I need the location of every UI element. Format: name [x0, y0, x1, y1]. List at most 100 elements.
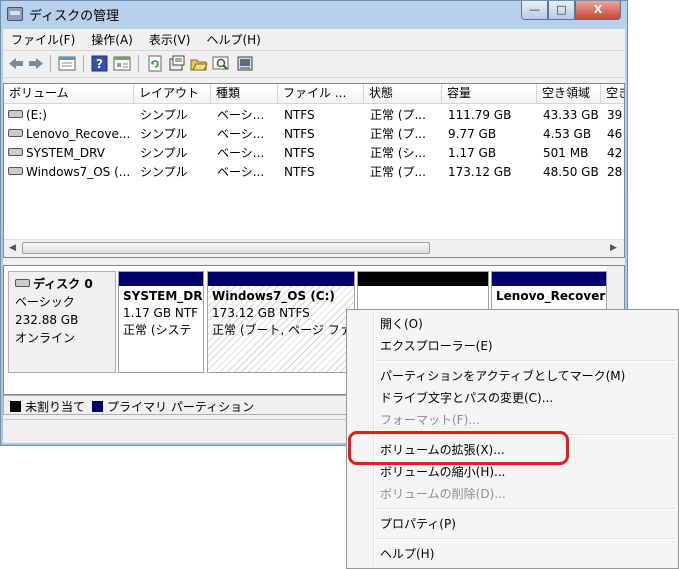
- percent-free-cell: 42: [607, 146, 623, 160]
- menu-item-shrink-volume[interactable]: ボリュームの縮小(H)...: [380, 462, 505, 482]
- menu-bar: ファイル(F) 操作(A) 表示(V) ヘルプ(H): [3, 29, 625, 49]
- column-header-capacity[interactable]: 容量: [442, 84, 537, 104]
- legend-unallocated: 未割り当て: [10, 398, 85, 415]
- layout-cell: シンプル: [140, 146, 188, 160]
- legend-primary-partition: プライマリ パーティション: [92, 398, 254, 415]
- type-cell: ベーシ...: [217, 108, 265, 122]
- capacity-cell: 9.77 GB: [448, 127, 497, 141]
- menu-item-change-drive-letter[interactable]: ドライブ文字とパスの変更(C)...: [380, 388, 553, 408]
- menu-separator: [375, 538, 675, 540]
- rescan-icon[interactable]: [168, 55, 186, 72]
- back-arrow-icon[interactable]: [7, 55, 25, 72]
- menu-file[interactable]: ファイル(F): [3, 29, 83, 49]
- partition-system-drv[interactable]: SYSTEM_DR 1.17 GB NTF 正常 (システ: [118, 271, 204, 373]
- disk-0-label[interactable]: ディスク 0 ベーシック 232.88 GB オンライン: [8, 271, 116, 373]
- console-icon[interactable]: [236, 55, 254, 72]
- open-icon[interactable]: [190, 55, 208, 72]
- toolbar-separator: [83, 55, 84, 72]
- disk-management-icon: [7, 7, 23, 21]
- show-list-icon[interactable]: [58, 55, 76, 72]
- partition-name: SYSTEM_DR: [123, 289, 203, 303]
- maximize-button[interactable]: □: [548, 1, 575, 20]
- type-cell: ベーシ...: [217, 127, 265, 141]
- caption-buttons: — □ X: [521, 1, 621, 20]
- scroll-right-arrow-icon[interactable]: ▶: [610, 243, 617, 253]
- status-cell: 正常 (プ...: [370, 127, 426, 141]
- search-icon[interactable]: [212, 55, 230, 72]
- drive-icon: [8, 167, 23, 175]
- unallocated-bar: [358, 272, 488, 286]
- partition-status: 正常 (システ: [123, 323, 192, 337]
- help-icon[interactable]: ?: [91, 55, 109, 72]
- table-row[interactable]: (E:) シンプル ベーシ... NTFS 正常 (プ... 111.79 GB…: [4, 106, 624, 125]
- free-space-cell: 501 MB: [543, 146, 589, 160]
- unallocated-swatch: [10, 401, 21, 412]
- title-bar[interactable]: ディスクの管理 — □ X: [1, 1, 627, 29]
- drive-icon: [8, 110, 23, 118]
- refresh-icon[interactable]: [146, 55, 164, 72]
- column-header-type[interactable]: 種類: [211, 84, 278, 104]
- capacity-cell: 111.79 GB: [448, 108, 512, 122]
- toolbar: ?: [3, 50, 625, 78]
- type-cell: ベーシ...: [217, 146, 265, 160]
- table-row[interactable]: Windows7_OS (... シンプル ベーシ... NTFS 正常 (プ.…: [4, 163, 624, 182]
- menu-action[interactable]: 操作(A): [83, 29, 141, 49]
- capacity-cell: 173.12 GB: [448, 165, 512, 179]
- volume-name: (E:): [26, 108, 47, 122]
- toolbar-separator: [50, 55, 51, 72]
- menu-item-mark-active[interactable]: パーティションをアクティブとしてマーク(M): [380, 366, 625, 386]
- type-cell: ベーシ...: [217, 165, 265, 179]
- scroll-left-arrow-icon[interactable]: ◀: [9, 243, 16, 253]
- properties-icon[interactable]: [113, 55, 131, 72]
- scrollbar-thumb[interactable]: [22, 242, 430, 254]
- layout-cell: シンプル: [140, 108, 188, 122]
- free-space-cell: 43.33 GB: [543, 108, 599, 122]
- partition-name: Lenovo_Recover: [496, 289, 606, 303]
- menu-item-help[interactable]: ヘルプ(H): [380, 544, 434, 564]
- column-header-percent-free[interactable]: 空き: [601, 84, 624, 104]
- status-cell: 正常 (シ...: [370, 146, 426, 160]
- column-header-free-space[interactable]: 空き領域: [537, 84, 601, 104]
- volume-name: Lenovo_Recove...: [26, 127, 131, 141]
- filesystem-cell: NTFS: [284, 108, 315, 122]
- table-row[interactable]: Lenovo_Recove... シンプル ベーシ... NTFS 正常 (プ.…: [4, 125, 624, 144]
- free-space-cell: 48.50 GB: [543, 165, 599, 179]
- menu-view[interactable]: 表示(V): [141, 29, 199, 49]
- volume-name: SYSTEM_DRV: [26, 146, 105, 160]
- percent-free-cell: 46: [607, 127, 623, 141]
- partition-size: 173.12 GB NTFS: [212, 306, 310, 320]
- horizontal-scrollbar[interactable]: ◀ ▶: [4, 239, 624, 257]
- drive-icon: [15, 279, 30, 287]
- column-header-volume[interactable]: ボリューム: [4, 84, 134, 104]
- primary-partition-swatch: [92, 401, 103, 412]
- partition-status: 正常 (ブート, ページ ファ: [212, 323, 352, 337]
- column-header-layout[interactable]: レイアウト: [134, 84, 211, 104]
- menu-item-open[interactable]: 開く(O): [380, 314, 423, 334]
- menu-item-delete-volume: ボリュームの削除(D)...: [380, 487, 506, 501]
- primary-partition-bar: [492, 272, 606, 286]
- primary-partition-bar: [208, 272, 354, 286]
- percent-free-cell: 39: [607, 108, 623, 122]
- drive-icon: [8, 148, 23, 156]
- drive-icon: [8, 129, 23, 137]
- column-header-filesystem[interactable]: ファイル ...: [278, 84, 364, 104]
- disk-name: ディスク 0: [33, 277, 93, 291]
- table-row[interactable]: SYSTEM_DRV シンプル ベーシ... NTFS 正常 (シ... 1.1…: [4, 144, 624, 163]
- disk-status: オンライン: [15, 331, 76, 345]
- disk-type: ベーシック: [15, 295, 75, 309]
- window-title: ディスクの管理: [29, 9, 120, 24]
- column-header-status[interactable]: 状態: [364, 84, 442, 104]
- minimize-button[interactable]: —: [521, 1, 548, 20]
- volume-name: Windows7_OS (...: [26, 165, 131, 179]
- menu-item-explore[interactable]: エクスプローラー(E): [380, 336, 493, 356]
- partition-name: Windows7_OS (C:): [212, 289, 335, 303]
- forward-arrow-icon[interactable]: [27, 55, 45, 72]
- menu-item-properties[interactable]: プロパティ(P): [380, 514, 456, 534]
- highlight-annotation: [348, 431, 569, 465]
- partition-windows7-os[interactable]: Windows7_OS (C:) 173.12 GB NTFS 正常 (ブート,…: [207, 271, 355, 373]
- layout-cell: シンプル: [140, 165, 188, 179]
- close-button[interactable]: X: [575, 1, 621, 20]
- menu-separator: [375, 360, 675, 362]
- status-cell: 正常 (プ...: [370, 108, 426, 122]
- menu-help[interactable]: ヘルプ(H): [198, 29, 268, 49]
